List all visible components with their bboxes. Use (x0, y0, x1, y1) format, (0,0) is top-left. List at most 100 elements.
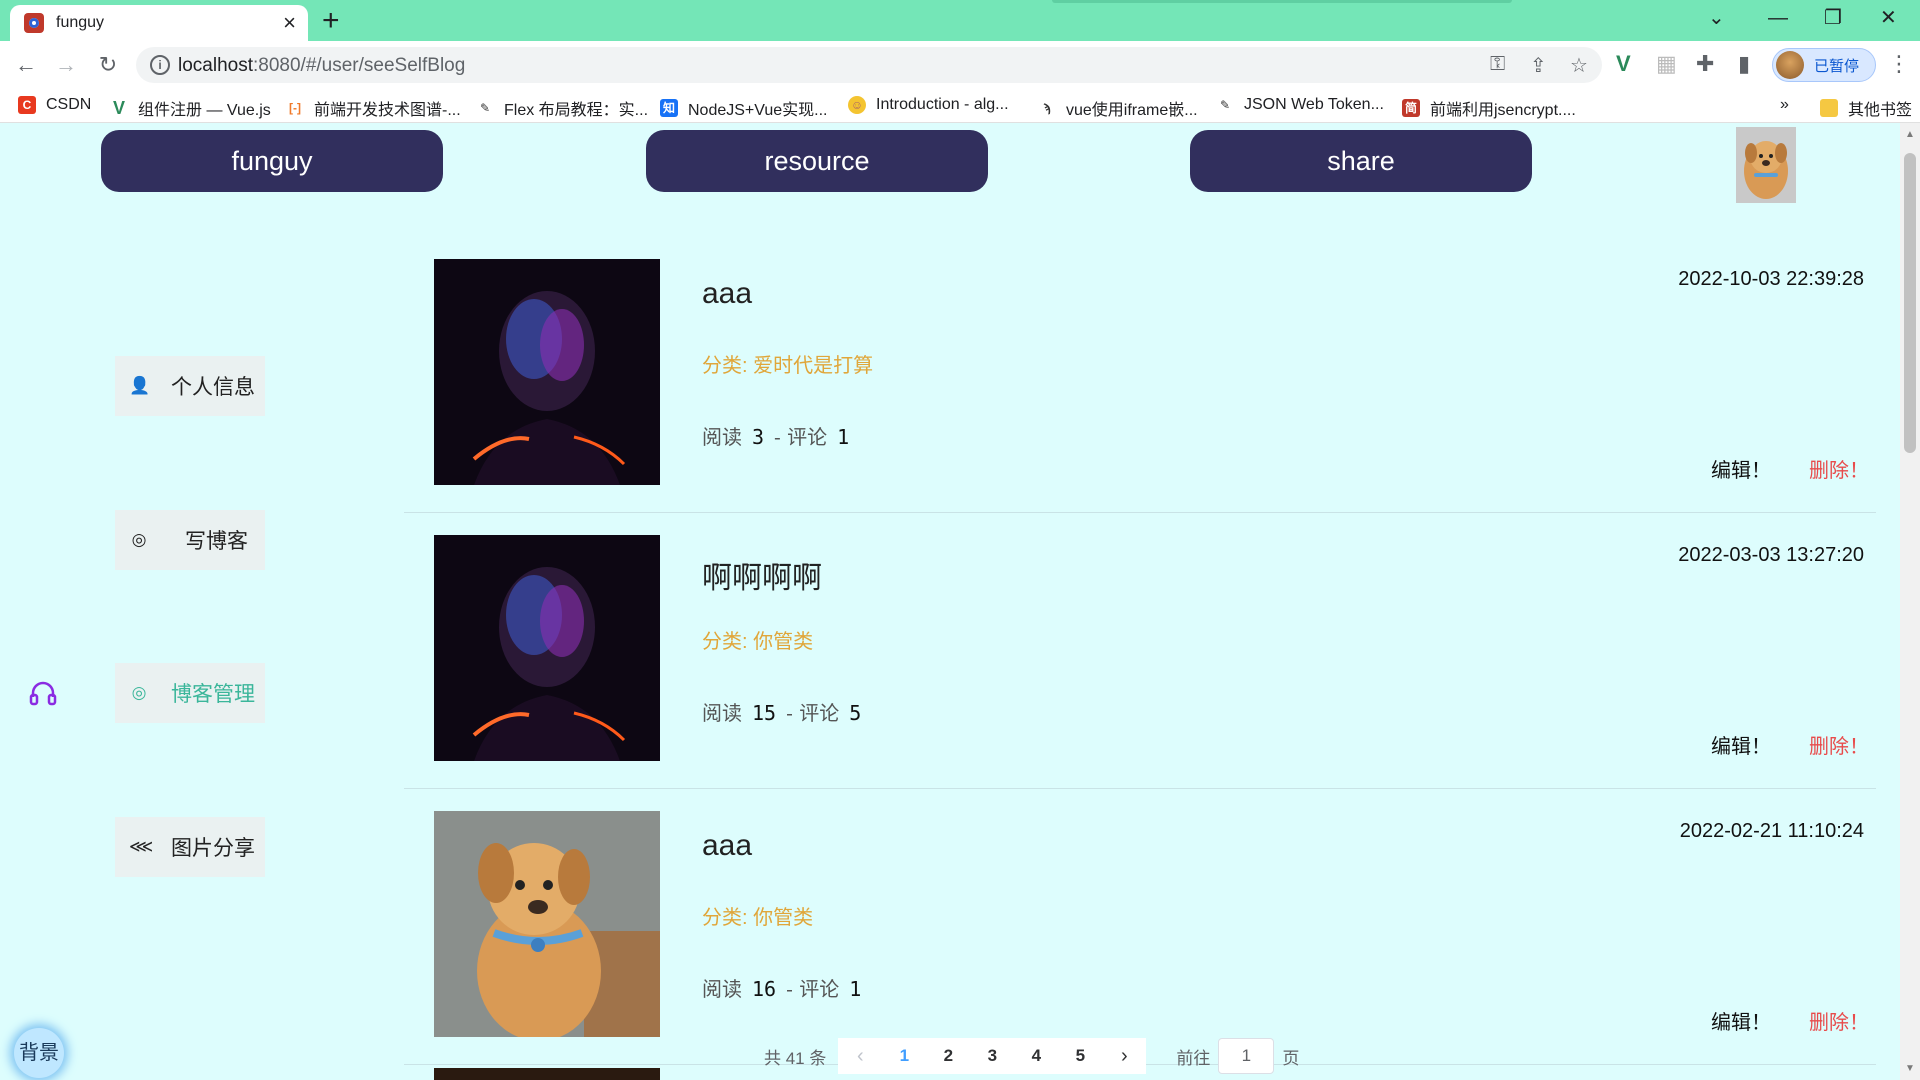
forward-icon[interactable]: → (50, 49, 82, 81)
page-number[interactable]: 5 (1058, 1038, 1103, 1074)
back-icon[interactable]: ← (10, 49, 42, 81)
page-scrollbar[interactable]: ▲ ▼ (1900, 123, 1920, 1080)
nav-funguy-button[interactable]: funguy (101, 130, 443, 192)
bookmark-item[interactable]: [-] 前端开发技术图谱-... (286, 96, 461, 120)
bookmark-item[interactable]: 知 NodeJS+Vue实现... (660, 96, 827, 120)
post-thumbnail[interactable] (434, 811, 660, 1037)
extension-grid-icon[interactable]: ▦ (1656, 51, 1677, 77)
page-number[interactable]: 3 (970, 1038, 1015, 1074)
tabstrip-indicator (1052, 0, 1512, 3)
side-panel-icon[interactable]: ▮ (1738, 51, 1750, 77)
headset-icon[interactable] (28, 679, 58, 709)
prev-page-icon[interactable]: ‹ (838, 1038, 883, 1074)
edit-button[interactable]: 编辑！ (1711, 730, 1771, 759)
scroll-down-icon[interactable]: ▼ (1904, 1063, 1916, 1074)
read-label: 阅读 (702, 701, 742, 725)
blog-post: aaa 分类: 你管类 阅读 16- 评论 1 2022-02-21 11:10:2… (404, 793, 1876, 1065)
read-label: 阅读 (702, 977, 742, 1001)
blog-post: 啊啊啊啊 分类: 你管类 阅读 15- 评论 5 2022-03-03 13:27:… (404, 517, 1876, 789)
site-info-icon[interactable]: i (150, 55, 170, 75)
emoji-icon: ☺ (848, 96, 866, 114)
share-page-icon[interactable]: ⇪ (1530, 53, 1547, 78)
close-icon[interactable]: × (283, 12, 296, 34)
bookmark-item[interactable]: V 组件注册 — Vue.js (110, 96, 271, 120)
edit-button[interactable]: 编辑！ (1711, 1006, 1771, 1035)
vue-devtools-icon[interactable]: V (1616, 51, 1631, 77)
post-title[interactable]: 啊啊啊啊 (702, 553, 822, 597)
bookmark-item[interactable]: ✎ JSON Web Token... (1216, 96, 1384, 114)
profile-status: 已暂停 (1814, 57, 1860, 75)
ruanyf-icon: ✎ (479, 101, 491, 115)
post-thumbnail[interactable] (434, 535, 660, 761)
new-tab-icon[interactable]: + (322, 6, 340, 36)
sidebar-item-image-share[interactable]: ⋘ 图片分享 (115, 817, 265, 877)
avatar (1776, 51, 1804, 79)
url-path: :8080/#/user/seeSelfBlog (253, 55, 466, 76)
bookmark-item[interactable]: ✎ Flex 布局教程：实... (476, 96, 648, 120)
nav-share-button[interactable]: share (1190, 130, 1532, 192)
window-close-icon[interactable]: ✕ (1880, 6, 1897, 30)
bookmark-item[interactable]: C CSDN (18, 96, 91, 114)
bookmark-item[interactable]: 简前端利用jsencrypt.... (1402, 96, 1576, 120)
post-title[interactable]: aaa (702, 829, 752, 863)
post-date: 2022-03-03 13:27:20 (1678, 544, 1864, 566)
url-text[interactable]: localhost:8080/#/user/seeSelfBlog (178, 55, 465, 77)
feather-icon: ϡ (1043, 101, 1051, 115)
bookmark-star-icon[interactable]: ☆ (1570, 53, 1588, 78)
scroll-up-icon[interactable]: ▲ (1904, 129, 1916, 140)
bookmarks-more-icon[interactable]: » (1780, 96, 1789, 114)
profile-button[interactable]: 已暂停 (1772, 48, 1876, 82)
goto-page-input[interactable]: 1 (1218, 1038, 1275, 1074)
post-title[interactable]: aaa (702, 277, 752, 311)
sidebar-item-profile[interactable]: 👤 个人信息 (115, 356, 265, 416)
post-stats: 阅读 15- 评论 5 (702, 697, 871, 726)
post-stats: 阅读 3- 评论 1 (702, 421, 859, 450)
portrait-image-icon (434, 259, 660, 485)
comment-label: 评论 (799, 977, 840, 1001)
nav-resource-button[interactable]: resource (646, 130, 988, 192)
edit-button[interactable]: 编辑！ (1711, 454, 1771, 483)
delete-button[interactable]: 删除！ (1809, 730, 1869, 759)
browser-toolbar: ← → ↻ i localhost:8080/#/user/seeSelfBlo… (0, 41, 1920, 89)
read-count: 3 (752, 425, 765, 449)
stats-separator: - (774, 425, 781, 449)
sidebar-item-label: 博客管理 (171, 683, 255, 706)
pagination: 共 41 条 ‹ 1 2 3 4 5 › 前往 1 页 (764, 1036, 1299, 1076)
page-number[interactable]: 1 (882, 1038, 927, 1074)
browser-tab[interactable]: funguy × (10, 5, 308, 41)
page-number[interactable]: 4 (1014, 1038, 1059, 1074)
sidebar-item-blog-manage[interactable]: ◎ 博客管理 (115, 663, 265, 723)
sidebar-item-label: 个人信息 (171, 376, 255, 399)
browser-tabstrip: funguy × + ⌄ — ❐ ✕ (0, 0, 1920, 41)
post-thumbnail[interactable] (434, 259, 660, 485)
post-category: 分类: 你管类 (702, 907, 814, 929)
user-avatar[interactable] (1736, 127, 1796, 203)
bookmarks-bar: C CSDN V 组件注册 — Vue.js [-] 前端开发技术图谱-... ✎ Fl… (0, 89, 1920, 123)
restore-icon[interactable]: ❐ (1824, 6, 1842, 30)
user-icon: 👤 (129, 376, 151, 395)
background-toggle-button[interactable]: 背景 (14, 1028, 64, 1078)
url-host: localhost (178, 55, 253, 76)
csdn-icon: C (18, 96, 36, 114)
page-number[interactable]: 2 (926, 1038, 971, 1074)
scrollbar-thumb[interactable] (1904, 153, 1916, 453)
comment-label: 评论 (787, 425, 828, 449)
reload-icon[interactable]: ↻ (92, 49, 124, 81)
delete-button[interactable]: 删除！ (1809, 454, 1869, 483)
stats-separator: - (786, 977, 793, 1001)
sidebar-item-label: 图片分享 (171, 837, 255, 860)
tab-search-icon[interactable]: ⌄ (1708, 6, 1725, 30)
bookmark-item[interactable]: ☺ Introduction - alg... (848, 96, 1009, 114)
post-date: 2022-02-21 11:10:24 (1679, 820, 1864, 842)
address-bar[interactable]: i localhost:8080/#/user/seeSelfBlog ⚿ ⇪ … (136, 47, 1602, 83)
folder-icon (1820, 99, 1838, 117)
sidebar-item-write-blog[interactable]: ◎ 写博客 (115, 510, 265, 570)
bookmark-item[interactable]: ϡ vue使用iframe嵌... (1038, 96, 1197, 120)
key-icon[interactable]: ⚿ (1490, 53, 1505, 76)
menu-dots-icon[interactable]: ⋮ (1888, 51, 1910, 77)
minimize-icon[interactable]: — (1768, 6, 1788, 30)
delete-button[interactable]: 删除！ (1809, 1006, 1869, 1035)
extensions-puzzle-icon[interactable]: ✚ (1696, 51, 1714, 77)
next-page-icon[interactable]: › (1102, 1038, 1147, 1074)
other-bookmarks[interactable]: 其他书签 (1820, 96, 1912, 120)
